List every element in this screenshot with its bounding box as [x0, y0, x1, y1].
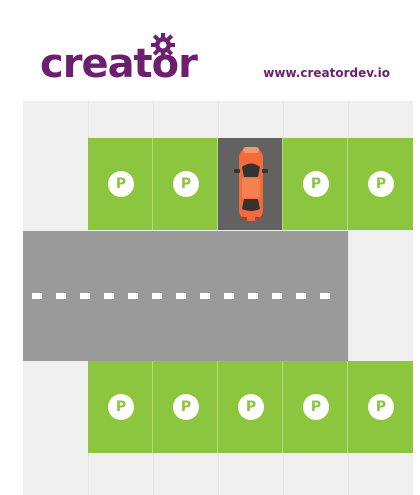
- parking-spot[interactable]: P: [348, 361, 413, 453]
- road-marking: [320, 293, 330, 299]
- parking-row-bottom: P P P P P: [88, 361, 413, 453]
- parking-icon: P: [173, 171, 199, 197]
- parking-spot[interactable]: P: [283, 138, 348, 230]
- parking-icon: P: [238, 394, 264, 420]
- road-marking: [104, 293, 114, 299]
- parking-spot[interactable]: P: [153, 138, 218, 230]
- parking-spot[interactable]: P: [153, 361, 218, 453]
- road: [23, 231, 348, 361]
- parking-spot-occupied[interactable]: [218, 138, 283, 230]
- road-marking: [200, 293, 210, 299]
- car-icon: [234, 147, 268, 221]
- road-marking: [272, 293, 282, 299]
- header: creator www.creatordev.io: [0, 0, 420, 100]
- road-marking: [32, 293, 42, 299]
- road-marking: [224, 293, 234, 299]
- road-marking: [152, 293, 162, 299]
- road-marking: [296, 293, 306, 299]
- parking-spot[interactable]: P: [88, 361, 153, 453]
- parking-spot[interactable]: P: [88, 138, 153, 230]
- parking-icon: P: [108, 394, 134, 420]
- parking-icon: P: [303, 394, 329, 420]
- road-marking: [56, 293, 66, 299]
- parking-icon: P: [108, 171, 134, 197]
- parking-spot[interactable]: P: [283, 361, 348, 453]
- parking-icon: P: [303, 171, 329, 197]
- parking-spot[interactable]: P: [348, 138, 413, 230]
- website-link[interactable]: www.creatordev.io: [263, 66, 390, 80]
- parking-icon: P: [368, 171, 394, 197]
- parking-row-top: P P P P: [88, 138, 413, 230]
- parking-spot[interactable]: P: [218, 361, 283, 453]
- road-marking: [128, 293, 138, 299]
- parking-lot: P P P P P P P P P: [23, 101, 413, 495]
- road-marking: [80, 293, 90, 299]
- parking-icon: P: [368, 394, 394, 420]
- road-marking: [248, 293, 258, 299]
- road-marking: [176, 293, 186, 299]
- parking-icon: P: [173, 394, 199, 420]
- gear-icon: [151, 33, 175, 57]
